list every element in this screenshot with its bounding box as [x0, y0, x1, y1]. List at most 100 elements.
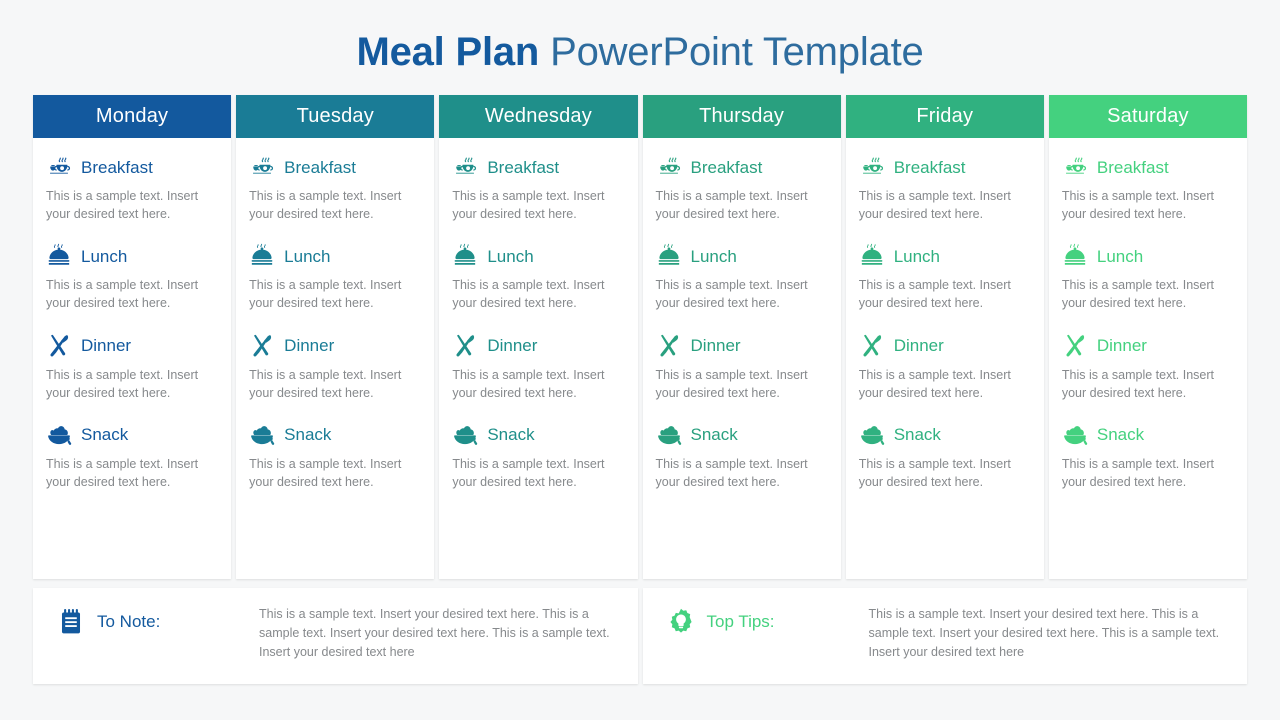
- teapot-icon: [656, 154, 682, 180]
- meal-label: Dinner: [1096, 336, 1147, 355]
- meal-description: This is a sample text. Insert your desir…: [249, 189, 402, 222]
- meal-description: This is a sample text. Insert your desir…: [46, 189, 199, 222]
- meal-label: Snack: [1096, 425, 1145, 445]
- meal-block-breakfast: Breakfast This is a sample text. Insert y…: [249, 152, 421, 223]
- day-card-tuesday: Tuesday Breakfast This is a sample text. I…: [236, 95, 435, 579]
- cloche-icon: [1062, 243, 1088, 269]
- footer-body-text: This is a sample text. Insert your desir…: [259, 607, 610, 659]
- day-card-friday: Friday Breakfast This is a sample text. In…: [845, 95, 1044, 579]
- meal-label: Snack: [690, 425, 738, 445]
- meal-description: This is a sample text. Insert your desir…: [249, 367, 402, 400]
- cloche-icon: [46, 243, 72, 269]
- snack-bowl-icon: [1062, 422, 1088, 448]
- meal-block-lunch: Lunch This is a sample text. Insert your …: [249, 241, 421, 312]
- day-header-thursday[interactable]: Thursday: [642, 95, 841, 138]
- meal-header: Dinner: [859, 331, 1031, 361]
- footer-heading: To Note:: [57, 605, 257, 637]
- notepad-icon: [57, 607, 85, 637]
- meal-block-breakfast: Breakfast This is a sample text. Insert y…: [1062, 152, 1234, 223]
- snack-bowl-icon: [859, 422, 885, 448]
- meal-header: Dinner: [656, 331, 828, 361]
- day-header-label: Tuesday: [296, 105, 374, 127]
- meal-label: Breakfast: [1096, 157, 1169, 177]
- slide-canvas: Meal Plan PowerPoint Template Monday Brea…: [0, 0, 1280, 720]
- meal-header: Lunch: [859, 241, 1031, 271]
- meal-description: This is a sample text. Insert your desir…: [452, 367, 605, 400]
- meal-label: Snack: [81, 425, 129, 445]
- meal-label: Breakfast: [487, 157, 560, 177]
- teapot-icon: [249, 154, 275, 180]
- meal-description: This is a sample text. Insert your desir…: [452, 189, 605, 222]
- meal-header: Breakfast: [656, 152, 828, 182]
- teapot-icon: [452, 154, 478, 180]
- meal-label: Breakfast: [893, 157, 966, 177]
- meal-header: Lunch: [1062, 241, 1234, 271]
- meal-label: Snack: [487, 425, 535, 445]
- meal-description: This is a sample text. Insert your desir…: [1061, 367, 1214, 400]
- day-card-saturday: Saturday Breakfast This is a sample text. …: [1048, 95, 1248, 579]
- meal-description: This is a sample text. Insert your desir…: [1061, 278, 1214, 311]
- meal-block-dinner: Dinner This is a sample text. Insert your…: [452, 331, 624, 402]
- meal-label: Lunch: [893, 246, 941, 266]
- meal-header: Snack: [249, 420, 421, 450]
- footer-label: To Note:: [97, 612, 161, 631]
- meal-description: This is a sample text. Insert your desir…: [858, 189, 1011, 222]
- meal-description: This is a sample text. Insert your desir…: [1061, 456, 1214, 489]
- snack-bowl-icon: [656, 422, 682, 448]
- meal-label: Snack: [284, 425, 332, 445]
- meal-header: Breakfast: [249, 152, 421, 182]
- footer-heading: Top Tips:: [667, 605, 867, 637]
- day-body-saturday: Breakfast This is a sample text. Insert y…: [1048, 138, 1248, 579]
- meal-description: This is a sample text. Insert your desir…: [46, 456, 199, 489]
- meal-header: Dinner: [1062, 331, 1234, 361]
- day-header-saturday[interactable]: Saturday: [1048, 95, 1248, 138]
- snack-bowl-icon: [249, 422, 275, 448]
- meal-block-breakfast: Breakfast This is a sample text. Insert y…: [452, 152, 624, 223]
- meal-label: Dinner: [284, 336, 335, 355]
- meal-label: Lunch: [487, 246, 534, 266]
- meal-block-lunch: Lunch This is a sample text. Insert your …: [859, 241, 1031, 312]
- day-columns: Monday Breakfast This is a sample text. In…: [33, 95, 1248, 579]
- teapot-icon: [46, 154, 72, 180]
- meal-header: Breakfast: [46, 152, 218, 182]
- meal-header: Snack: [452, 420, 624, 450]
- meal-header: Breakfast: [1062, 152, 1234, 182]
- day-header-tuesday[interactable]: Tuesday: [236, 95, 435, 138]
- meal-header: Dinner: [249, 331, 421, 361]
- day-body-monday: Breakfast This is a sample text. Insert y…: [33, 138, 232, 579]
- fork-knife-icon: [46, 333, 72, 359]
- day-header-label: Friday: [916, 105, 974, 127]
- footer-panel-tonote: To Note: This is a sample text. Insert yo…: [33, 588, 638, 684]
- day-header-label: Thursday: [699, 105, 785, 127]
- meal-description: This is a sample text. Insert your desir…: [249, 456, 402, 489]
- meal-label: Snack: [893, 425, 941, 445]
- cloche-icon: [859, 243, 885, 269]
- meal-label: Breakfast: [690, 157, 763, 177]
- meal-label: Breakfast: [284, 157, 356, 177]
- footer-panel-toptips: Top Tips: This is a sample text. Insert y…: [642, 588, 1247, 684]
- meal-block-snack: Snack This is a sample text. Insert your …: [859, 420, 1031, 491]
- meal-description: This is a sample text. Insert your desir…: [858, 278, 1011, 311]
- meal-header: Lunch: [46, 241, 218, 271]
- cloche-icon: [656, 243, 682, 269]
- day-body-thursday: Breakfast This is a sample text. Insert y…: [642, 138, 841, 579]
- fork-knife-icon: [1062, 333, 1088, 359]
- meal-header: Snack: [656, 420, 828, 450]
- meal-header: Snack: [46, 420, 218, 450]
- meal-header: Snack: [1062, 420, 1234, 450]
- day-header-wednesday[interactable]: Wednesday: [439, 95, 638, 138]
- snack-bowl-icon: [452, 422, 478, 448]
- day-card-thursday: Thursday Breakfast This is a sample text. …: [642, 95, 841, 579]
- meal-block-breakfast: Breakfast This is a sample text. Insert y…: [656, 152, 828, 223]
- meal-label: Dinner: [81, 336, 132, 355]
- day-header-monday[interactable]: Monday: [33, 95, 232, 138]
- meal-block-dinner: Dinner This is a sample text. Insert your…: [249, 331, 421, 402]
- meal-description: This is a sample text. Insert your desir…: [858, 367, 1011, 400]
- day-header-label: Monday: [95, 105, 169, 127]
- meal-label: Dinner: [893, 336, 944, 355]
- day-header-friday[interactable]: Friday: [845, 95, 1044, 138]
- lightbulb-icon: [667, 607, 695, 637]
- fork-knife-icon: [859, 333, 885, 359]
- meal-block-lunch: Lunch This is a sample text. Insert your …: [1062, 241, 1234, 312]
- meal-description: This is a sample text. Insert your desir…: [452, 278, 605, 311]
